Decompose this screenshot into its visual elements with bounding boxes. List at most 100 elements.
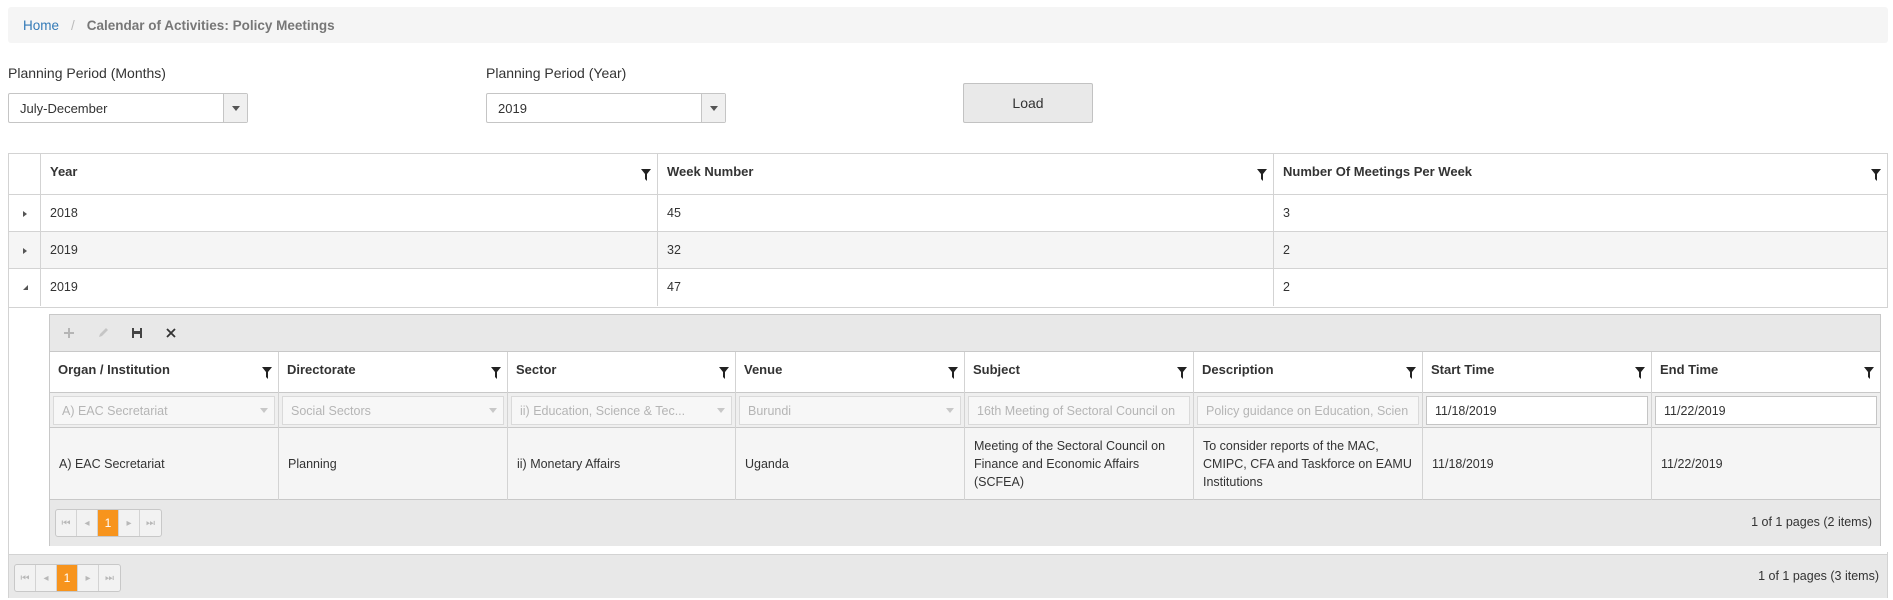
- column-header-description[interactable]: Description: [1193, 352, 1422, 393]
- prev-page-icon[interactable]: ◂: [77, 510, 98, 536]
- cell-end-time: 11/22/2019: [1651, 428, 1880, 500]
- grid-header: Year Week Number Number Of Meetings Per …: [9, 154, 1887, 195]
- subject-input[interactable]: 16th Meeting of Sectoral Council on: [968, 396, 1190, 425]
- cell-sector: ii) Monetary Affairs: [507, 428, 735, 500]
- filter-icon[interactable]: [262, 367, 272, 379]
- column-header-label: Organ / Institution: [58, 362, 170, 377]
- description-input[interactable]: Policy guidance on Education, Scien: [1197, 396, 1419, 425]
- column-header-year[interactable]: Year: [40, 154, 657, 195]
- cell-organ: A) EAC Secretariat: [59, 457, 165, 471]
- page-button[interactable]: 1: [98, 510, 119, 536]
- cell-meetings: 2: [1273, 269, 1887, 306]
- pager-info: 1 of 1 pages (2 items): [1751, 515, 1872, 529]
- filter-icon[interactable]: [948, 367, 958, 379]
- load-button[interactable]: Load: [963, 83, 1093, 123]
- detail-toolbar: [50, 315, 1880, 351]
- prev-page-icon[interactable]: ◂: [36, 565, 57, 591]
- collapse-icon[interactable]: [9, 269, 41, 306]
- meetings-grid: Year Week Number Number Of Meetings Per …: [8, 153, 1888, 598]
- grid-pager: ⏮ ◂ 1 ▸ ⏭ 1 of 1 pages (3 items): [9, 554, 1887, 598]
- cell-year: 2019: [40, 269, 657, 306]
- sector-combobox[interactable]: ii) Education, Science & Tec...: [511, 396, 732, 425]
- pager-info: 1 of 1 pages (3 items): [1758, 569, 1879, 583]
- column-header-start-time[interactable]: Start Time: [1422, 352, 1651, 393]
- filter-icon[interactable]: [1406, 367, 1416, 379]
- year-label: Planning Period (Year): [486, 65, 627, 81]
- cell-description: To consider reports of the MAC, CMIPC, C…: [1193, 428, 1422, 500]
- column-header-venue[interactable]: Venue: [735, 352, 964, 393]
- chevron-down-icon[interactable]: [701, 94, 725, 122]
- page-button[interactable]: 1: [57, 565, 78, 591]
- close-icon[interactable]: [160, 322, 182, 344]
- column-header-label: Sector: [516, 362, 557, 377]
- year-select-value: 2019: [498, 100, 527, 116]
- column-header-directorate[interactable]: Directorate: [278, 352, 507, 393]
- column-header-label: Directorate: [287, 362, 356, 377]
- venue-combobox[interactable]: Burundi: [739, 396, 961, 425]
- column-header-week[interactable]: Week Number: [657, 154, 1273, 195]
- year-select[interactable]: 2019: [486, 93, 726, 123]
- column-header-label: Subject: [973, 362, 1020, 377]
- table-row[interactable]: A) EAC Secretariat Planning ii) Monetary…: [50, 428, 1880, 500]
- edit-icon[interactable]: [92, 322, 114, 344]
- detail-grid: Organ / Institution Directorate Sector V…: [49, 314, 1881, 546]
- filter-icon[interactable]: [1871, 169, 1881, 181]
- chevron-down-icon[interactable]: [483, 397, 503, 424]
- last-page-icon[interactable]: ⏭: [140, 510, 161, 536]
- months-select[interactable]: July-December: [8, 93, 248, 123]
- detail-header: Organ / Institution Directorate Sector V…: [50, 351, 1880, 393]
- filter-icon[interactable]: [641, 169, 651, 181]
- column-header-label: Number Of Meetings Per Week: [1283, 164, 1473, 179]
- column-header-label: Year: [50, 164, 78, 179]
- detail-pager: ⏮ ◂ 1 ▸ ⏭ 1 of 1 pages (2 items): [50, 500, 1880, 546]
- end-time-input[interactable]: 11/22/2019: [1655, 396, 1877, 425]
- chevron-down-icon[interactable]: [940, 397, 960, 424]
- chevron-down-icon[interactable]: [223, 94, 247, 122]
- start-time-input[interactable]: 11/18/2019: [1426, 396, 1648, 425]
- add-icon[interactable]: [58, 322, 80, 344]
- column-header-subject[interactable]: Subject: [964, 352, 1193, 393]
- next-page-icon[interactable]: ▸: [119, 510, 140, 536]
- first-page-icon[interactable]: ⏮: [56, 510, 77, 536]
- filter-icon[interactable]: [1635, 367, 1645, 379]
- cell-start-time: 11/18/2019: [1422, 428, 1651, 500]
- column-header-meetings[interactable]: Number Of Meetings Per Week: [1273, 154, 1887, 195]
- months-select-value: July-December: [20, 100, 108, 116]
- cell-meetings: 3: [1273, 195, 1887, 232]
- edit-row: A) EAC Secretariat Social Sectors ii) Ed…: [50, 393, 1880, 428]
- filter-icon[interactable]: [1177, 367, 1187, 379]
- breadcrumb: Home / Calendar of Activities: Policy Me…: [8, 7, 1888, 43]
- table-row[interactable]: 2019 32 2: [9, 232, 1887, 269]
- cell-subject: Meeting of the Sectoral Council on Finan…: [964, 428, 1193, 500]
- column-header-label: Start Time: [1431, 362, 1495, 377]
- filter-icon[interactable]: [1864, 367, 1874, 379]
- organ-combobox[interactable]: A) EAC Secretariat: [53, 396, 275, 425]
- pager-controls: ⏮ ◂ 1 ▸ ⏭: [55, 509, 162, 537]
- column-header-sector[interactable]: Sector: [507, 352, 735, 393]
- expand-icon[interactable]: [9, 232, 41, 269]
- detail-row: Organ / Institution Directorate Sector V…: [41, 308, 1888, 552]
- filter-icon[interactable]: [719, 367, 729, 379]
- cell-venue: Uganda: [735, 428, 964, 500]
- chevron-down-icon[interactable]: [254, 397, 274, 424]
- page-title: Calendar of Activities: Policy Meetings: [86, 17, 335, 33]
- save-icon[interactable]: [126, 322, 148, 344]
- expand-icon[interactable]: [9, 195, 41, 232]
- column-header-label: Venue: [744, 362, 783, 377]
- breadcrumb-home-link[interactable]: Home: [23, 18, 59, 33]
- cell-year: 2018: [40, 195, 657, 232]
- first-page-icon[interactable]: ⏮: [15, 565, 36, 591]
- last-page-icon[interactable]: ⏭: [99, 565, 120, 591]
- table-row[interactable]: 2018 45 3: [9, 195, 1887, 232]
- directorate-combobox[interactable]: Social Sectors: [282, 396, 504, 425]
- table-row[interactable]: 2019 47 2: [9, 269, 1887, 308]
- filter-icon[interactable]: [1257, 169, 1267, 181]
- column-header-end-time[interactable]: End Time: [1651, 352, 1880, 393]
- cell-week: 45: [657, 195, 1273, 232]
- next-page-icon[interactable]: ▸: [78, 565, 99, 591]
- chevron-down-icon[interactable]: [711, 397, 731, 424]
- column-header-organ[interactable]: Organ / Institution: [50, 352, 278, 393]
- column-header-label: End Time: [1660, 362, 1719, 377]
- cell-week: 47: [657, 269, 1273, 306]
- filter-icon[interactable]: [491, 367, 501, 379]
